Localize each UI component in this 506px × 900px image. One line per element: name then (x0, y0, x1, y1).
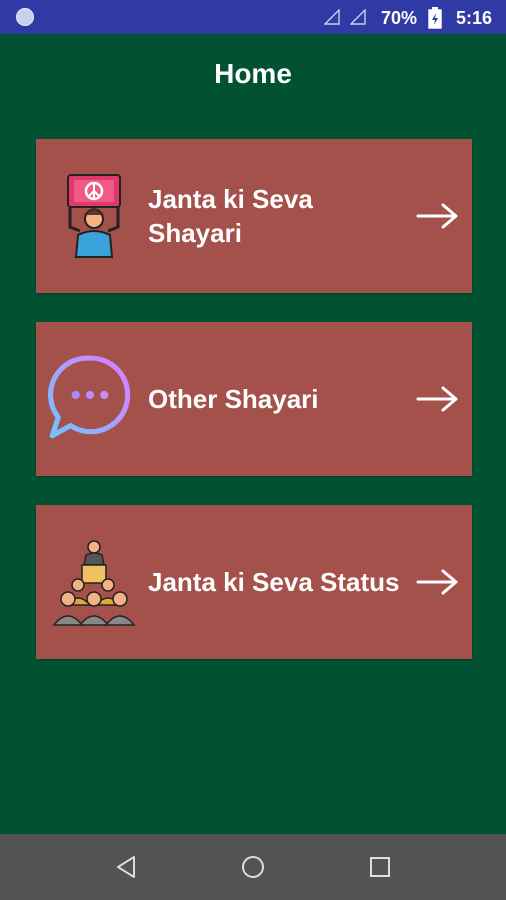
menu-card-janta-ki-seva-status[interactable]: Janta ki Seva Status (36, 505, 472, 659)
menu-card-other-shayari[interactable]: Other Shayari (36, 322, 472, 476)
menu-card-janta-ki-seva-shayari[interactable]: Janta ki Seva Shayari (36, 139, 472, 293)
navigation-bar (0, 834, 506, 900)
page-title: Home (214, 58, 292, 89)
back-icon[interactable] (114, 854, 140, 880)
recent-apps-icon[interactable] (367, 854, 393, 880)
menu-card-label: Janta ki Seva Status (148, 567, 400, 597)
signal-empty-icon (324, 9, 340, 25)
signal-empty-icon (350, 9, 366, 25)
status-bar: 70% 5:16 (0, 0, 506, 34)
speaker-crowd-icon (52, 540, 136, 626)
menu-card-label: Janta ki Seva Shayari (148, 184, 313, 248)
menu-card-label: Other Shayari (148, 384, 319, 414)
arrow-right-icon[interactable] (416, 384, 460, 414)
clock: 5:16 (456, 8, 493, 28)
battery-charging-icon (428, 7, 442, 29)
protester-sign-icon (67, 174, 121, 258)
notification-dot-icon (16, 8, 34, 26)
arrow-right-icon[interactable] (416, 567, 460, 597)
arrow-right-icon[interactable] (416, 201, 460, 231)
home-icon[interactable] (240, 854, 266, 880)
chat-bubble-icon (48, 355, 131, 439)
battery-percent: 70% (381, 8, 418, 28)
